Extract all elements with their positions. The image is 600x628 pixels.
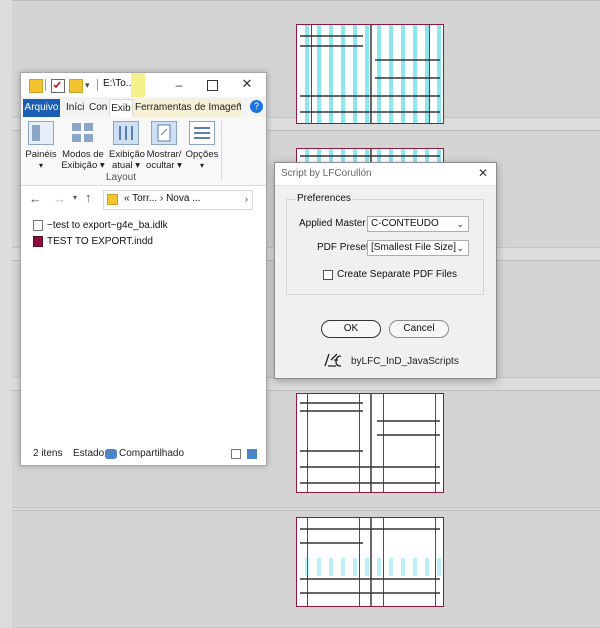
window-title: E:\To... (103, 78, 135, 89)
pdf-preset-select[interactable]: [Smallest File Size] ⌄ (367, 240, 469, 256)
dialog-title: Script by LFCorullón (281, 168, 372, 179)
script-dialog: Script by LFCorullón ✕ Preferences Appli… (274, 162, 497, 379)
details-view-icon[interactable] (231, 449, 241, 459)
maximize-icon[interactable] (207, 80, 218, 91)
forward-arrow-icon[interactable]: → (53, 191, 66, 206)
current-view-icon (113, 121, 139, 145)
lock-file-icon (33, 219, 43, 231)
chevron-down-icon: ⌄ (456, 243, 464, 253)
address-path: « Torr... › Nova ... (124, 193, 201, 204)
tab-arquivo[interactable]: Arquivo (23, 99, 60, 117)
separator (45, 79, 46, 91)
page-spread-thumbnail[interactable] (296, 24, 444, 124)
exibicao-atual-button[interactable]: Exibição atual ▾ (109, 121, 145, 171)
state-value: Compartilhado (119, 448, 185, 459)
minimize-icon[interactable]: – (171, 77, 187, 93)
status-bar: 2 itens Estado: Compartilhado (21, 443, 266, 465)
create-separate-pdf-checkbox[interactable] (323, 270, 333, 280)
help-icon[interactable]: ? (250, 100, 263, 113)
list-item[interactable]: ~test to export~g4e_ba.idlk (33, 219, 168, 233)
tab-exibir[interactable]: Exib (109, 99, 133, 118)
panes-icon (28, 121, 54, 145)
credit-text: byLFC_InD_JavaScripts (351, 356, 459, 367)
new-folder-icon[interactable] (69, 79, 83, 93)
ribbon-tabs: Arquivo Iníci Con Exib Ferramentas de Im… (21, 97, 266, 118)
state-label: Estado: (73, 448, 107, 459)
address-segment[interactable]: Nova ... (166, 193, 200, 204)
view-modes-icon (70, 121, 96, 145)
tab-ferramentas-de-imagem[interactable]: Ferramentas de Imagem (133, 99, 241, 117)
address-dropdown-icon[interactable]: › (245, 194, 248, 204)
tab-compartilhar[interactable]: Con (89, 100, 107, 116)
modos-de-exibicao-button[interactable]: Modos de Exibição ▾ (59, 121, 107, 171)
close-icon[interactable]: ✕ (478, 166, 488, 180)
mostrar-ocultar-button[interactable]: Mostrar/ ocultar ▾ (145, 121, 183, 171)
properties-icon[interactable] (51, 79, 65, 93)
highlight-marker (131, 73, 145, 97)
item-count: 2 itens (33, 448, 63, 459)
applied-master-label: Applied Master (299, 218, 366, 229)
separator (97, 79, 98, 91)
folder-icon (107, 194, 118, 205)
opcoes-button[interactable]: Opções ▾ (185, 121, 219, 171)
ribbon-collapse-icon[interactable]: ⌃ (235, 100, 245, 116)
close-icon[interactable]: ✕ (239, 76, 255, 92)
chevron-down-icon: ⌄ (456, 219, 464, 229)
shared-users-icon (105, 449, 117, 459)
file-list: ~test to export~g4e_ba.idlk TEST TO EXPO… (21, 213, 266, 441)
page-spread-thumbnail[interactable] (296, 517, 444, 607)
group-title: Preferences (295, 193, 353, 204)
ok-button[interactable]: OK (321, 320, 381, 338)
recent-locations-icon[interactable]: ▾ (73, 193, 77, 202)
large-icons-view-icon[interactable] (247, 449, 257, 459)
checkbox-label: Create Separate PDF Files (337, 269, 458, 280)
applied-master-select[interactable]: C-CONTEUDO ⌄ (367, 216, 469, 232)
show-hide-icon (151, 121, 177, 145)
address-segment[interactable]: Torr... (132, 193, 157, 204)
explorer-title-bar: ▾ E:\To... – ✕ (21, 73, 266, 97)
tab-inicio[interactable]: Iníci (66, 100, 86, 116)
lfc-logo-icon (323, 352, 343, 368)
list-item[interactable]: TEST TO EXPORT.indd (33, 235, 153, 249)
ribbon-divider (221, 121, 222, 181)
preferences-group: Preferences Applied Master C-CONTEUDO ⌄ … (286, 193, 484, 295)
options-icon (189, 121, 215, 145)
file-explorer-window: ▾ E:\To... – ✕ Arquivo Iníci Con Exib Fe… (20, 72, 267, 466)
dialog-title-bar: Script by LFCorullón ✕ (275, 163, 496, 186)
back-arrow-icon[interactable]: ← (29, 191, 42, 206)
customize-toolbar-icon[interactable]: ▾ (85, 79, 97, 91)
cancel-button[interactable]: Cancel (389, 320, 449, 338)
ribbon-panel: Painéis ▾ Modos de Exibição ▾ Exibição a… (21, 117, 266, 186)
address-bar[interactable]: « Torr... › Nova ... › (103, 190, 253, 210)
pdf-preset-label: PDF Preset (317, 242, 369, 253)
ribbon-group-label: Layout (105, 172, 137, 183)
indesign-file-icon (33, 235, 43, 247)
navigation-bar: ← → ▾ ↑ « Torr... › Nova ... › (21, 185, 266, 213)
folder-icon (29, 79, 43, 93)
page-spread-thumbnail[interactable] (296, 393, 444, 493)
up-arrow-icon[interactable]: ↑ (85, 190, 92, 205)
paineis-button[interactable]: Painéis ▾ (24, 121, 58, 171)
